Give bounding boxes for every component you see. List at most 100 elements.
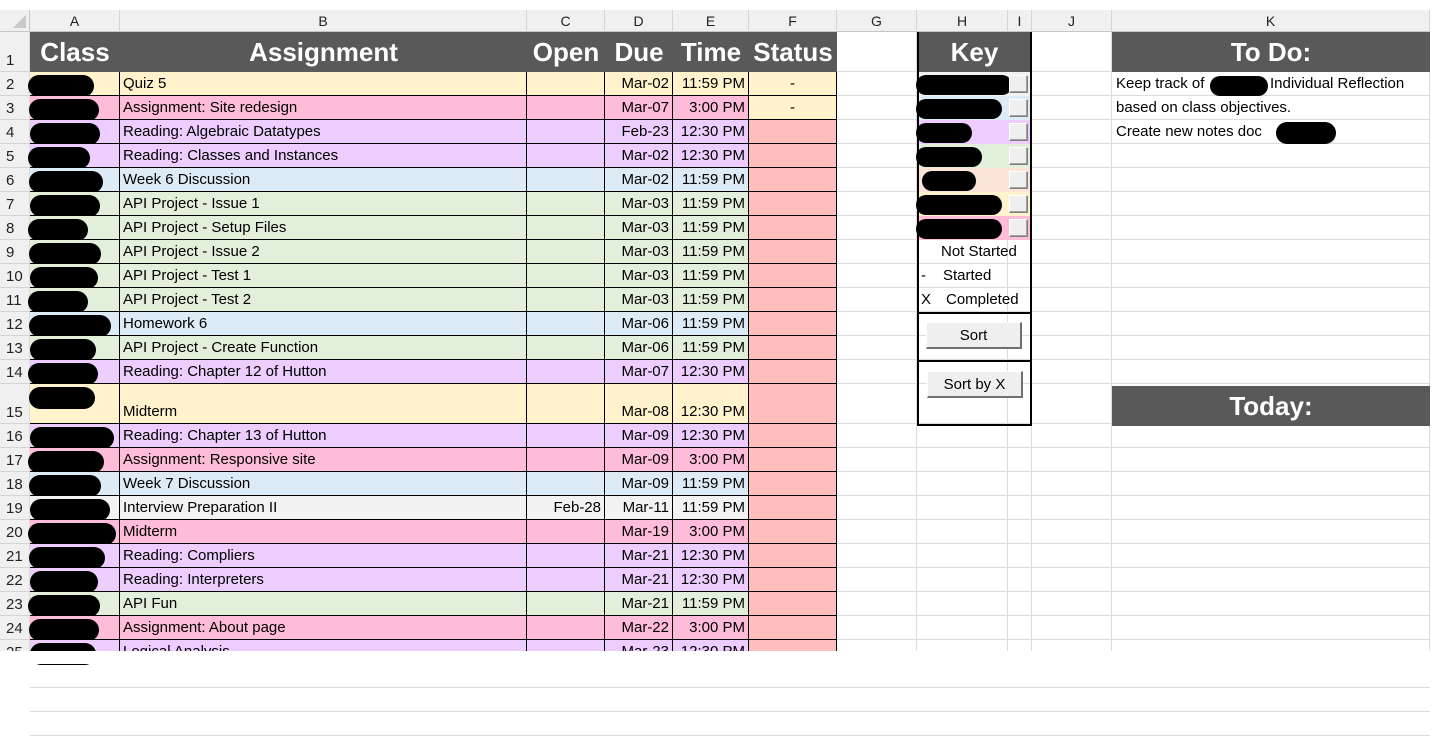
due-time-cell[interactable]: 3:00 PM [673,448,749,472]
open-date-cell[interactable] [527,312,605,336]
row-header[interactable]: 21 [0,544,30,568]
open-date-cell[interactable] [527,520,605,544]
status-cell[interactable] [749,472,837,496]
row-header[interactable]: 17 [0,448,30,472]
assignment-cell[interactable]: Week 7 Discussion [120,472,527,496]
due-date-cell[interactable]: Mar-21 [605,568,673,592]
open-date-cell[interactable] [527,568,605,592]
assignment-cell[interactable]: Reading: Chapter 12 of Hutton [120,360,527,384]
due-date-cell[interactable]: Mar-02 [605,144,673,168]
assignment-cell[interactable]: Reading: Interpreters [120,568,527,592]
due-time-cell[interactable]: 3:00 PM [673,96,749,120]
assignment-cell[interactable]: Homework 6 [120,312,527,336]
column-header-d[interactable]: D [605,10,673,32]
open-date-cell[interactable] [527,424,605,448]
status-cell[interactable] [749,312,837,336]
due-time-cell[interactable]: 11:59 PM [673,288,749,312]
row-header[interactable]: 23 [0,592,30,616]
due-date-cell[interactable]: Mar-03 [605,240,673,264]
status-cell[interactable] [749,120,837,144]
due-date-cell[interactable]: Mar-07 [605,360,673,384]
row-header[interactable]: 4 [0,120,30,144]
due-time-cell[interactable]: 3:00 PM [673,616,749,640]
assignment-cell[interactable]: API Project - Test 1 [120,264,527,288]
open-date-cell[interactable] [527,360,605,384]
assignment-cell[interactable]: API Project - Issue 1 [120,192,527,216]
due-time-cell[interactable]: 12:30 PM [673,568,749,592]
column-header-c[interactable]: C [527,10,605,32]
due-date-cell[interactable]: Mar-22 [605,616,673,640]
column-header-a[interactable]: A [30,10,120,32]
status-cell[interactable] [749,520,837,544]
due-date-cell[interactable]: Mar-11 [605,496,673,520]
status-cell[interactable] [749,592,837,616]
due-date-cell[interactable]: Mar-06 [605,336,673,360]
due-time-cell[interactable]: 11:59 PM [673,592,749,616]
due-date-cell[interactable]: Mar-02 [605,168,673,192]
column-header-k[interactable]: K [1112,10,1430,32]
due-date-cell[interactable]: Mar-09 [605,448,673,472]
due-date-cell[interactable]: Mar-03 [605,264,673,288]
status-cell[interactable] [749,144,837,168]
due-time-cell[interactable]: 11:59 PM [673,72,749,96]
open-date-cell[interactable] [527,472,605,496]
assignment-cell[interactable]: Reading: Chapter 13 of Hutton [120,424,527,448]
due-time-cell[interactable]: 12:30 PM [673,144,749,168]
due-date-cell[interactable]: Mar-02 [605,72,673,96]
assignment-cell[interactable]: Reading: Classes and Instances [120,144,527,168]
due-time-cell[interactable]: 11:59 PM [673,168,749,192]
assignment-cell[interactable]: Reading: Algebraic Datatypes [120,120,527,144]
column-header-e[interactable]: E [673,10,749,32]
due-time-cell[interactable]: 11:59 PM [673,336,749,360]
open-date-cell[interactable] [527,592,605,616]
column-header-j[interactable]: J [1032,10,1112,32]
assignment-cell[interactable]: Assignment: Responsive site [120,448,527,472]
row-header[interactable]: 19 [0,496,30,520]
column-header-b[interactable]: B [120,10,527,32]
due-date-cell[interactable]: Mar-09 [605,472,673,496]
open-date-cell[interactable] [527,144,605,168]
due-time-cell[interactable]: 11:59 PM [673,240,749,264]
assignment-cell[interactable]: Interview Preparation II [120,496,527,520]
due-date-cell[interactable]: Mar-08 [605,384,673,424]
due-date-cell[interactable]: Feb-23 [605,120,673,144]
status-cell[interactable] [749,544,837,568]
due-time-cell[interactable]: 11:59 PM [673,264,749,288]
status-cell[interactable] [749,384,837,424]
open-date-cell[interactable] [527,192,605,216]
assignment-cell[interactable]: API Project - Issue 2 [120,240,527,264]
due-time-cell[interactable]: 3:00 PM [673,520,749,544]
due-time-cell[interactable]: 11:59 PM [673,496,749,520]
open-date-cell[interactable] [527,616,605,640]
row-header[interactable]: 3 [0,96,30,120]
open-date-cell[interactable] [527,168,605,192]
due-date-cell[interactable]: Mar-06 [605,312,673,336]
row-header[interactable]: 6 [0,168,30,192]
open-date-cell[interactable] [527,72,605,96]
open-date-cell[interactable] [527,264,605,288]
status-cell[interactable]: - [749,96,837,120]
status-cell[interactable] [749,264,837,288]
row-header[interactable]: 12 [0,312,30,336]
status-cell[interactable] [749,360,837,384]
row-header[interactable]: 16 [0,424,30,448]
row-header[interactable]: 15 [0,384,30,424]
row-header[interactable]: 9 [0,240,30,264]
open-date-cell[interactable] [527,240,605,264]
row-header[interactable]: 10 [0,264,30,288]
column-header-i[interactable]: I [1008,10,1032,32]
due-time-cell[interactable]: 12:30 PM [673,424,749,448]
column-header-g[interactable]: G [837,10,917,32]
open-date-cell[interactable] [527,336,605,360]
assignment-cell[interactable]: Reading: Compliers [120,544,527,568]
assignment-cell[interactable]: Midterm [120,384,527,424]
due-time-cell[interactable]: 12:30 PM [673,120,749,144]
row-header[interactable]: 8 [0,216,30,240]
due-date-cell[interactable]: Mar-03 [605,288,673,312]
status-cell[interactable] [749,336,837,360]
due-time-cell[interactable]: 11:59 PM [673,192,749,216]
open-date-cell[interactable] [527,448,605,472]
status-cell[interactable] [749,192,837,216]
due-time-cell[interactable]: 11:59 PM [673,472,749,496]
due-time-cell[interactable]: 11:59 PM [673,312,749,336]
